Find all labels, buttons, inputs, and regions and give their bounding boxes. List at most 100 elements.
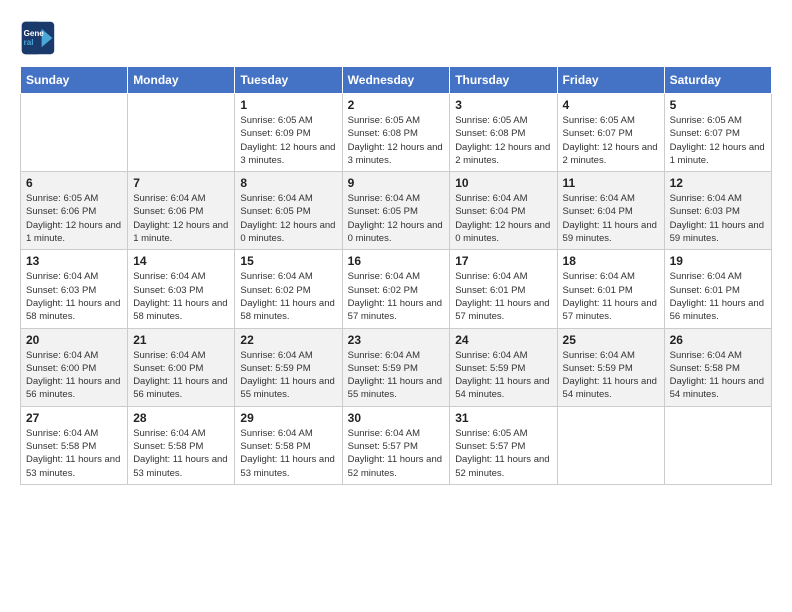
calendar-cell: 15Sunrise: 6:04 AM Sunset: 6:02 PM Dayli… bbox=[235, 250, 342, 328]
calendar-week-row: 1 Sunrise: 6:05 AM Sunset: 6:09 PM Daylig… bbox=[21, 94, 772, 172]
day-info: Sunrise: 6:04 AM Sunset: 5:59 PM Dayligh… bbox=[240, 349, 336, 402]
day-info: Sunrise: 6:04 AM Sunset: 6:05 PM Dayligh… bbox=[240, 192, 336, 245]
day-info: Sunrise: 6:04 AM Sunset: 5:59 PM Dayligh… bbox=[563, 349, 659, 402]
day-number: 19 bbox=[670, 254, 766, 268]
day-info: Sunrise: 6:05 AM Sunset: 6:07 PM Dayligh… bbox=[563, 114, 659, 167]
page-header: Gene ral bbox=[20, 20, 772, 56]
calendar-cell: 2 Sunrise: 6:05 AM Sunset: 6:08 PM Daylig… bbox=[342, 94, 450, 172]
day-number: 12 bbox=[670, 176, 766, 190]
day-number: 14 bbox=[133, 254, 229, 268]
day-number: 20 bbox=[26, 333, 122, 347]
day-number: 29 bbox=[240, 411, 336, 425]
calendar-cell: 6 Sunrise: 6:05 AM Sunset: 6:06 PM Daylig… bbox=[21, 172, 128, 250]
weekday-header: Thursday bbox=[450, 67, 557, 94]
day-number: 2 bbox=[348, 98, 445, 112]
day-number: 17 bbox=[455, 254, 551, 268]
calendar-cell: 1 Sunrise: 6:05 AM Sunset: 6:09 PM Daylig… bbox=[235, 94, 342, 172]
day-info: Sunrise: 6:04 AM Sunset: 6:02 PM Dayligh… bbox=[240, 270, 336, 323]
day-number: 9 bbox=[348, 176, 445, 190]
calendar-cell: 7 Sunrise: 6:04 AM Sunset: 6:06 PM Daylig… bbox=[128, 172, 235, 250]
calendar-cell: 26 Sunrise: 6:04 AM Sunset: 5:58 PM Dayli… bbox=[664, 328, 771, 406]
logo-icon: Gene ral bbox=[20, 20, 56, 56]
day-info: Sunrise: 6:04 AM Sunset: 6:04 PM Dayligh… bbox=[455, 192, 551, 245]
calendar-cell: 11 Sunrise: 6:04 AM Sunset: 6:04 PM Dayli… bbox=[557, 172, 664, 250]
day-info: Sunrise: 6:05 AM Sunset: 6:07 PM Dayligh… bbox=[670, 114, 766, 167]
calendar-cell: 3 Sunrise: 6:05 AM Sunset: 6:08 PM Daylig… bbox=[450, 94, 557, 172]
day-info: Sunrise: 6:05 AM Sunset: 6:08 PM Dayligh… bbox=[348, 114, 445, 167]
day-info: Sunrise: 6:04 AM Sunset: 6:01 PM Dayligh… bbox=[455, 270, 551, 323]
day-number: 22 bbox=[240, 333, 336, 347]
day-info: Sunrise: 6:05 AM Sunset: 5:57 PM Dayligh… bbox=[455, 427, 551, 480]
calendar-week-row: 20 Sunrise: 6:04 AM Sunset: 6:00 PM Dayli… bbox=[21, 328, 772, 406]
day-number: 4 bbox=[563, 98, 659, 112]
calendar-cell: 25 Sunrise: 6:04 AM Sunset: 5:59 PM Dayli… bbox=[557, 328, 664, 406]
day-number: 23 bbox=[348, 333, 445, 347]
calendar-cell: 16Sunrise: 6:04 AM Sunset: 6:02 PM Dayli… bbox=[342, 250, 450, 328]
day-number: 7 bbox=[133, 176, 229, 190]
day-info: Sunrise: 6:04 AM Sunset: 6:01 PM Dayligh… bbox=[563, 270, 659, 323]
day-info: Sunrise: 6:04 AM Sunset: 5:58 PM Dayligh… bbox=[670, 349, 766, 402]
day-info: Sunrise: 6:04 AM Sunset: 6:00 PM Dayligh… bbox=[26, 349, 122, 402]
day-info: Sunrise: 6:04 AM Sunset: 6:03 PM Dayligh… bbox=[133, 270, 229, 323]
day-number: 10 bbox=[455, 176, 551, 190]
weekday-header: Friday bbox=[557, 67, 664, 94]
day-info: Sunrise: 6:04 AM Sunset: 6:06 PM Dayligh… bbox=[133, 192, 229, 245]
svg-text:Gene: Gene bbox=[24, 29, 45, 38]
calendar-cell: 9 Sunrise: 6:04 AM Sunset: 6:05 PM Daylig… bbox=[342, 172, 450, 250]
calendar-week-row: 6 Sunrise: 6:05 AM Sunset: 6:06 PM Daylig… bbox=[21, 172, 772, 250]
day-info: Sunrise: 6:04 AM Sunset: 6:01 PM Dayligh… bbox=[670, 270, 766, 323]
calendar-cell: 22 Sunrise: 6:04 AM Sunset: 5:59 PM Dayli… bbox=[235, 328, 342, 406]
day-info: Sunrise: 6:04 AM Sunset: 6:05 PM Dayligh… bbox=[348, 192, 445, 245]
day-info: Sunrise: 6:04 AM Sunset: 6:04 PM Dayligh… bbox=[563, 192, 659, 245]
day-info: Sunrise: 6:04 AM Sunset: 6:00 PM Dayligh… bbox=[133, 349, 229, 402]
day-info: Sunrise: 6:04 AM Sunset: 5:59 PM Dayligh… bbox=[348, 349, 445, 402]
day-info: Sunrise: 6:05 AM Sunset: 6:09 PM Dayligh… bbox=[240, 114, 336, 167]
day-number: 16 bbox=[348, 254, 445, 268]
calendar-cell: 31 Sunrise: 6:05 AM Sunset: 5:57 PM Dayli… bbox=[450, 406, 557, 484]
day-info: Sunrise: 6:04 AM Sunset: 6:03 PM Dayligh… bbox=[26, 270, 122, 323]
day-info: Sunrise: 6:04 AM Sunset: 5:58 PM Dayligh… bbox=[26, 427, 122, 480]
calendar-cell: 21Sunrise: 6:04 AM Sunset: 6:00 PM Dayli… bbox=[128, 328, 235, 406]
day-number: 26 bbox=[670, 333, 766, 347]
day-info: Sunrise: 6:05 AM Sunset: 6:06 PM Dayligh… bbox=[26, 192, 122, 245]
calendar-cell: 29Sunrise: 6:04 AM Sunset: 5:58 PM Dayli… bbox=[235, 406, 342, 484]
calendar-cell: 17 Sunrise: 6:04 AM Sunset: 6:01 PM Dayli… bbox=[450, 250, 557, 328]
day-number: 11 bbox=[563, 176, 659, 190]
day-number: 1 bbox=[240, 98, 336, 112]
day-number: 27 bbox=[26, 411, 122, 425]
day-info: Sunrise: 6:04 AM Sunset: 6:03 PM Dayligh… bbox=[670, 192, 766, 245]
day-info: Sunrise: 6:05 AM Sunset: 6:08 PM Dayligh… bbox=[455, 114, 551, 167]
calendar-cell: 28 Sunrise: 6:04 AM Sunset: 5:58 PM Dayli… bbox=[128, 406, 235, 484]
calendar-header-row: SundayMondayTuesdayWednesdayThursdayFrid… bbox=[21, 67, 772, 94]
weekday-header: Sunday bbox=[21, 67, 128, 94]
calendar-cell bbox=[664, 406, 771, 484]
calendar-cell: 10 Sunrise: 6:04 AM Sunset: 6:04 PM Dayli… bbox=[450, 172, 557, 250]
calendar-cell bbox=[557, 406, 664, 484]
day-number: 6 bbox=[26, 176, 122, 190]
day-number: 18 bbox=[563, 254, 659, 268]
day-number: 28 bbox=[133, 411, 229, 425]
day-info: Sunrise: 6:04 AM Sunset: 5:58 PM Dayligh… bbox=[133, 427, 229, 480]
day-number: 3 bbox=[455, 98, 551, 112]
calendar-cell: 20 Sunrise: 6:04 AM Sunset: 6:00 PM Dayli… bbox=[21, 328, 128, 406]
calendar-cell: 12 Sunrise: 6:04 AM Sunset: 6:03 PM Dayli… bbox=[664, 172, 771, 250]
calendar-cell bbox=[128, 94, 235, 172]
day-number: 24 bbox=[455, 333, 551, 347]
calendar-cell: 14 Sunrise: 6:04 AM Sunset: 6:03 PM Dayli… bbox=[128, 250, 235, 328]
day-number: 31 bbox=[455, 411, 551, 425]
day-number: 8 bbox=[240, 176, 336, 190]
calendar-week-row: 27 Sunrise: 6:04 AM Sunset: 5:58 PM Dayli… bbox=[21, 406, 772, 484]
weekday-header: Wednesday bbox=[342, 67, 450, 94]
calendar-cell: 4 Sunrise: 6:05 AM Sunset: 6:07 PM Daylig… bbox=[557, 94, 664, 172]
calendar-cell: 19 Sunrise: 6:04 AM Sunset: 6:01 PM Dayli… bbox=[664, 250, 771, 328]
calendar-cell: 23 Sunrise: 6:04 AM Sunset: 5:59 PM Dayli… bbox=[342, 328, 450, 406]
calendar-cell: 24 Sunrise: 6:04 AM Sunset: 5:59 PM Dayli… bbox=[450, 328, 557, 406]
calendar-cell: 30Sunrise: 6:04 AM Sunset: 5:57 PM Dayli… bbox=[342, 406, 450, 484]
day-number: 25 bbox=[563, 333, 659, 347]
calendar-cell: 8 Sunrise: 6:04 AM Sunset: 6:05 PM Daylig… bbox=[235, 172, 342, 250]
weekday-header: Tuesday bbox=[235, 67, 342, 94]
day-info: Sunrise: 6:04 AM Sunset: 5:59 PM Dayligh… bbox=[455, 349, 551, 402]
calendar-table: SundayMondayTuesdayWednesdayThursdayFrid… bbox=[20, 66, 772, 485]
day-number: 5 bbox=[670, 98, 766, 112]
day-info: Sunrise: 6:04 AM Sunset: 5:57 PM Dayligh… bbox=[348, 427, 445, 480]
